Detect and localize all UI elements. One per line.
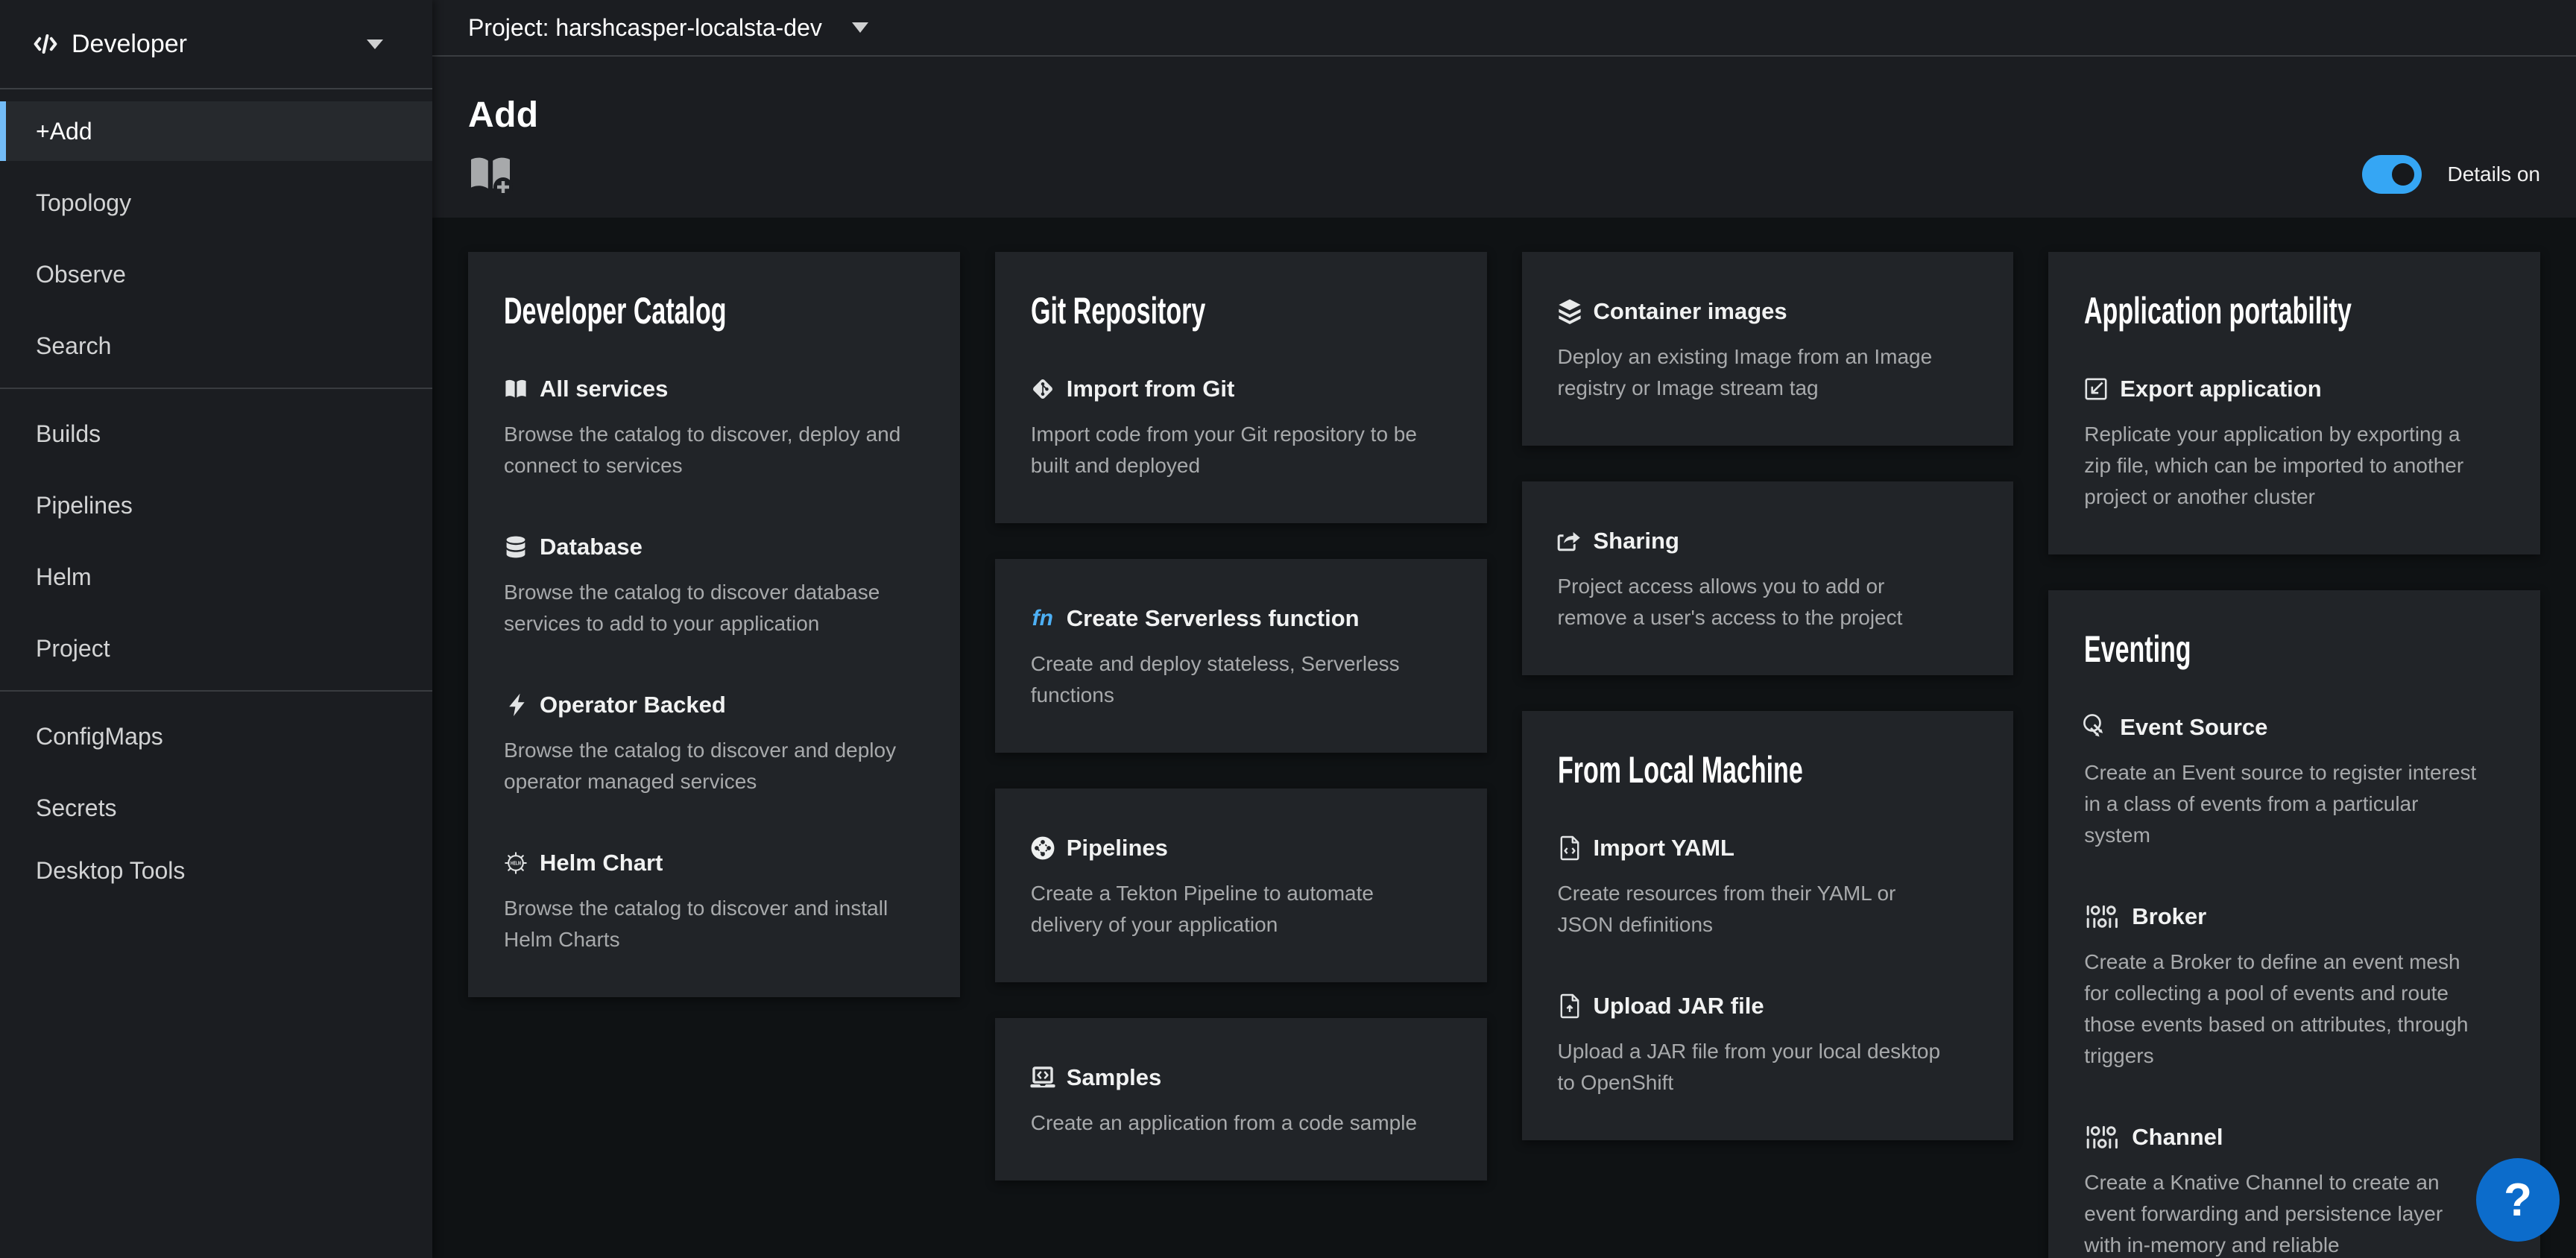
- svg-text:HELM: HELM: [511, 860, 521, 867]
